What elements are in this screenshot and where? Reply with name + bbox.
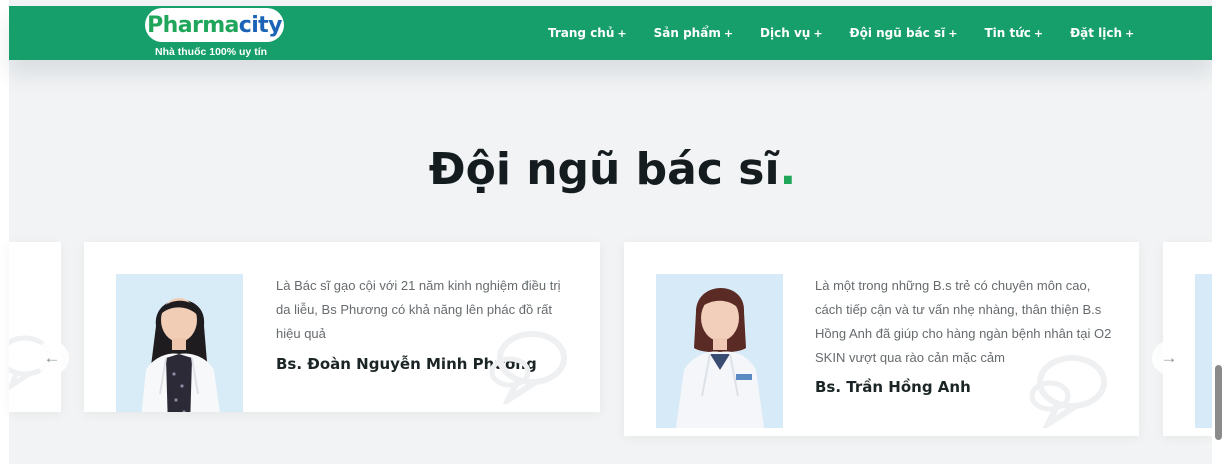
nav-item-dat-lich[interactable]: Đặt lịch + (1070, 26, 1134, 40)
site-header: Pharmacity Nhà thuốc 100% uy tín Trang c… (9, 6, 1212, 60)
logo-tagline: Nhà thuốc 100% uy tín (155, 46, 268, 58)
nav-item-label: Sản phẩm (653, 26, 721, 40)
doctor-photo (116, 274, 243, 412)
nav-item-san-pham[interactable]: Sản phẩm + (654, 26, 733, 40)
plus-icon: + (1125, 26, 1135, 40)
doctor-portrait-image (656, 274, 783, 428)
nav-item-label: Đội ngũ bác sĩ (849, 26, 946, 40)
plus-icon: + (723, 26, 734, 40)
nav-item-label: Tin tức (984, 26, 1031, 40)
doctor-card-partial-next (1163, 242, 1212, 436)
nav-item-dich-vu[interactable]: Dịch vụ + (760, 26, 823, 40)
doctor-photo (656, 274, 783, 428)
plus-icon: + (948, 26, 958, 40)
logo-badge: Pharmacity (145, 8, 284, 42)
doctor-portrait-image (116, 274, 243, 412)
arrow-right-icon: → (1160, 348, 1178, 367)
chat-bubble-icon (1029, 355, 1107, 428)
carousel-prev-button[interactable]: ← (35, 341, 69, 375)
carousel-next-button[interactable]: → (1152, 341, 1186, 375)
viewport-left-edge (0, 0, 9, 464)
doctor-card: Là Bác sĩ gạo cội với 21 năm kinh nghiệm… (84, 242, 600, 412)
plus-icon: + (1033, 26, 1044, 40)
main-nav: Trang chủ + Sản phẩm + Dịch vụ + Đội ngũ bá… (548, 6, 1161, 60)
doctor-card-partial-prev (9, 242, 61, 412)
pharmacity-logo[interactable]: Pharmacity Nhà thuốc 100% uy tín (145, 8, 285, 60)
doctor-card: Là một trong những B.s trẻ có chuyên môn… (624, 242, 1139, 436)
arrow-left-icon: ← (43, 348, 61, 367)
logo-text-city: city (238, 12, 283, 38)
nav-item-label: Đặt lịch (1070, 26, 1123, 40)
section-title-text: Đội ngũ bác sĩ (428, 144, 780, 195)
scrollbar-thumb[interactable] (1215, 365, 1222, 440)
nav-item-label: Dịch vụ (760, 26, 811, 40)
logo-text-pharma: Pharma (147, 12, 239, 38)
chat-bubble-icon (489, 331, 567, 404)
nav-item-tin-tuc[interactable]: Tin tức + (984, 26, 1043, 40)
doctor-photo-partial (1195, 274, 1212, 428)
plus-icon: + (813, 26, 823, 40)
section-title: Đội ngũ bác sĩ. (0, 144, 1225, 195)
nav-item-label: Trang chủ (548, 26, 615, 40)
title-accent-dot: . (779, 144, 797, 195)
nav-item-doi-ngu-bac-si[interactable]: Đội ngũ bác sĩ + (850, 26, 958, 40)
doctor-name: Bs. Trần Hồng Anh (815, 378, 971, 396)
nav-item-trang-chu[interactable]: Trang chủ + (548, 26, 627, 40)
plus-icon: + (617, 26, 627, 40)
